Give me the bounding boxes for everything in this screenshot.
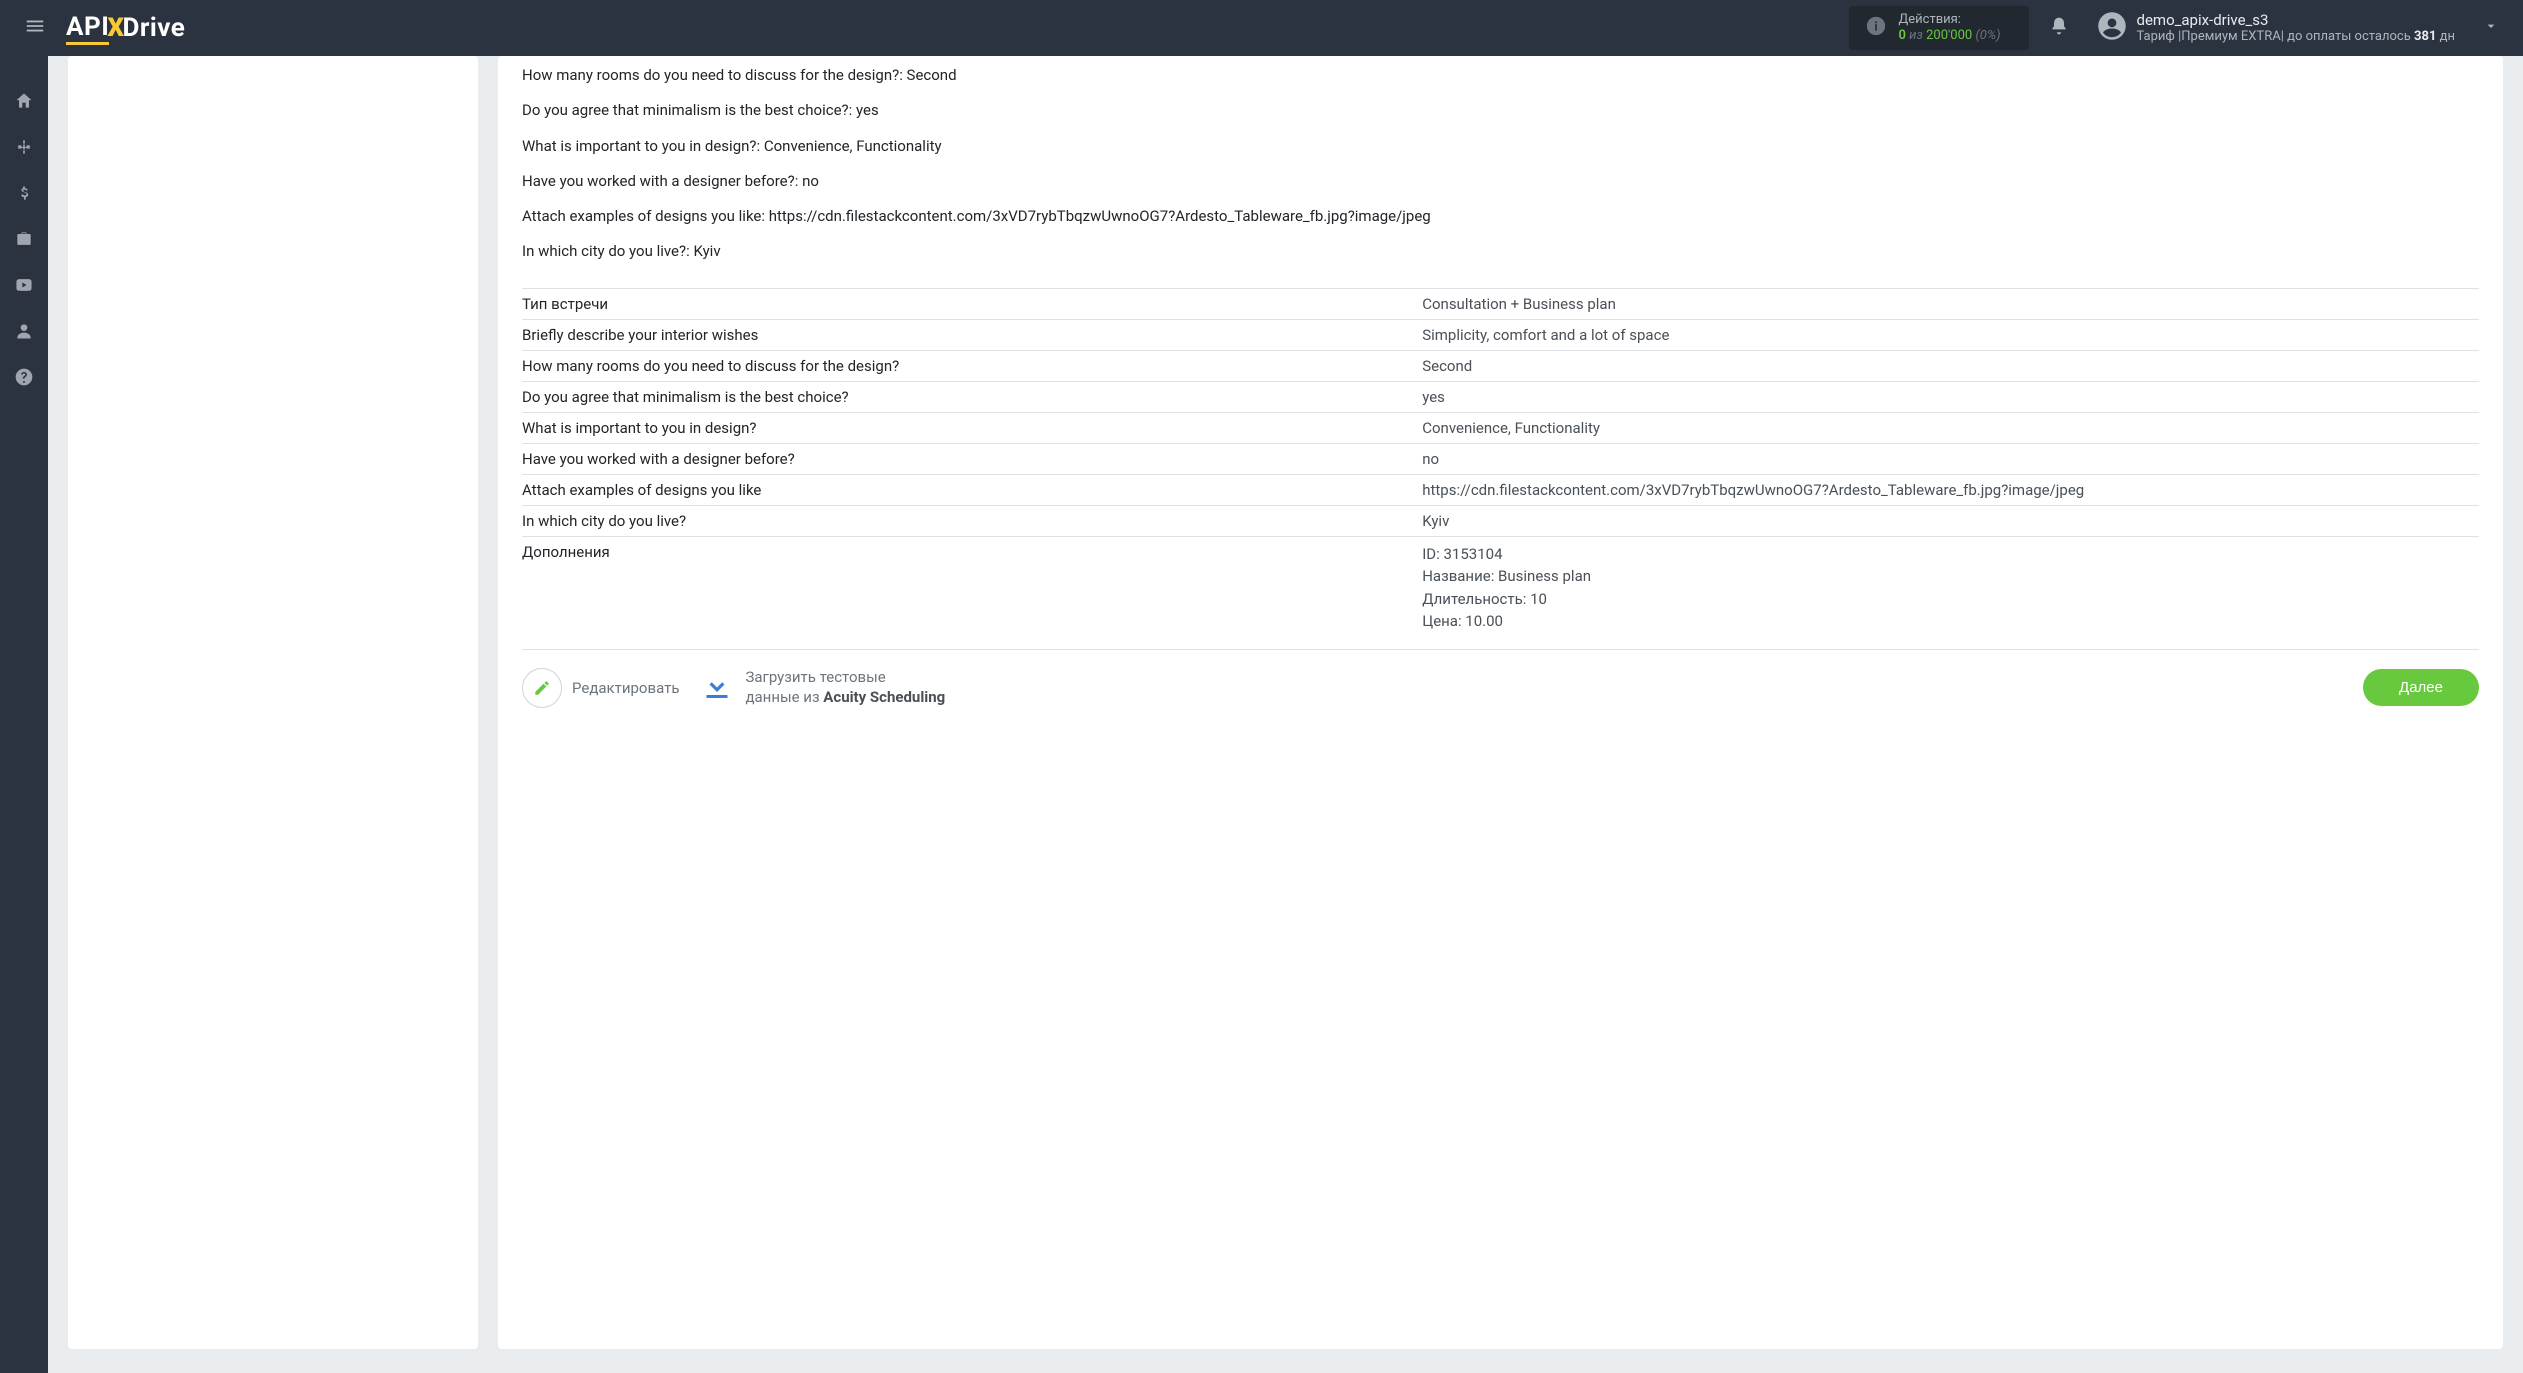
- desc-line: How many rooms do you need to discuss fo…: [522, 64, 2471, 87]
- sidebar-help[interactable]: [0, 356, 48, 398]
- pencil-icon: [522, 668, 562, 708]
- table-row: Attach examples of designs you likehttps…: [522, 474, 2479, 505]
- actions-total: 200'000: [1926, 28, 1972, 43]
- table-label: Have you worked with a designer before?: [522, 443, 1422, 474]
- table-row: How many rooms do you need to discuss fo…: [522, 350, 2479, 381]
- table-value: https://cdn.filestackcontent.com/3xVD7ry…: [1422, 474, 2479, 505]
- actions-counter[interactable]: Действия: 0 из 200'000 (0%): [1849, 6, 2029, 49]
- table-row: ДополненияID: 3153104 Название: Business…: [522, 536, 2479, 639]
- table-value: Second: [1422, 350, 2479, 381]
- actions-percent: (0%): [1975, 28, 2000, 43]
- table-row: Briefly describe your interior wishesSim…: [522, 319, 2479, 350]
- table-label: What is important to you in design?: [522, 412, 1422, 443]
- left-panel: [68, 56, 478, 1349]
- table-label: Briefly describe your interior wishes: [522, 319, 1422, 350]
- sidebar-profile[interactable]: [0, 310, 48, 352]
- table-value: Consultation + Business plan: [1422, 288, 2479, 319]
- desc-line: Do you agree that minimalism is the best…: [522, 99, 2471, 122]
- topbar: APIXDrive Действия: 0 из 200'000 (0%) de…: [0, 0, 2523, 56]
- desc-line: In which city do you live?: Kyiv: [522, 240, 2471, 263]
- description-block: How many rooms do you need to discuss fo…: [522, 56, 2479, 288]
- next-button[interactable]: Далее: [2363, 669, 2479, 706]
- logo[interactable]: APIXDrive: [66, 12, 185, 45]
- sidebar: [0, 56, 48, 1373]
- sidebar-billing[interactable]: [0, 172, 48, 214]
- sidebar-home[interactable]: [0, 80, 48, 122]
- table-value: yes: [1422, 381, 2479, 412]
- table-value: ID: 3153104 Название: Business plan Длит…: [1422, 536, 2479, 639]
- actions-current: 0: [1899, 28, 1906, 43]
- table-row: In which city do you live?Kyiv: [522, 505, 2479, 536]
- actions-label: Действия:: [1899, 12, 2001, 28]
- sidebar-briefcase[interactable]: [0, 218, 48, 260]
- table-value: Simplicity, comfort and a lot of space: [1422, 319, 2479, 350]
- load-test-data-button[interactable]: Загрузить тестовые данные из Acuity Sche…: [699, 668, 2343, 708]
- user-avatar-icon: [2097, 11, 2127, 45]
- chevron-down-icon[interactable]: [2475, 10, 2507, 46]
- table-row: Do you agree that minimalism is the best…: [522, 381, 2479, 412]
- table-label: Тип встречи: [522, 288, 1422, 319]
- table-value: Convenience, Functionality: [1422, 412, 2479, 443]
- notifications-bell-icon[interactable]: [2041, 8, 2077, 48]
- table-label: How many rooms do you need to discuss fo…: [522, 350, 1422, 381]
- desc-line: Have you worked with a designer before?:…: [522, 170, 2471, 193]
- edit-button[interactable]: Редактировать: [522, 668, 679, 708]
- download-icon: [699, 668, 735, 708]
- right-panel: How many rooms do you need to discuss fo…: [498, 56, 2503, 1349]
- table-row: Have you worked with a designer before?n…: [522, 443, 2479, 474]
- hamburger-menu-icon[interactable]: [16, 7, 54, 49]
- action-row: Редактировать Загрузить тестовые данные …: [522, 649, 2479, 708]
- table-row: What is important to you in design?Conve…: [522, 412, 2479, 443]
- table-label: Дополнения: [522, 536, 1422, 639]
- user-menu[interactable]: demo_apix-drive_s3 Тариф |Премиум EXTRA|…: [2089, 7, 2464, 50]
- table-row: Тип встречиConsultation + Business plan: [522, 288, 2479, 319]
- table-label: Attach examples of designs you like: [522, 474, 1422, 505]
- table-value: no: [1422, 443, 2479, 474]
- info-icon: [1865, 15, 1887, 41]
- sidebar-youtube[interactable]: [0, 264, 48, 306]
- table-label: In which city do you live?: [522, 505, 1422, 536]
- table-label: Do you agree that minimalism is the best…: [522, 381, 1422, 412]
- table-value: Kyiv: [1422, 505, 2479, 536]
- user-name: demo_apix-drive_s3: [2137, 11, 2456, 30]
- sidebar-connections[interactable]: [0, 126, 48, 168]
- data-table: Тип встречиConsultation + Business planB…: [522, 288, 2479, 639]
- desc-line: What is important to you in design?: Con…: [522, 135, 2471, 158]
- user-tariff: Тариф |Премиум EXTRA| до оплаты осталось…: [2137, 29, 2456, 45]
- desc-line: Attach examples of designs you like: htt…: [522, 205, 2471, 228]
